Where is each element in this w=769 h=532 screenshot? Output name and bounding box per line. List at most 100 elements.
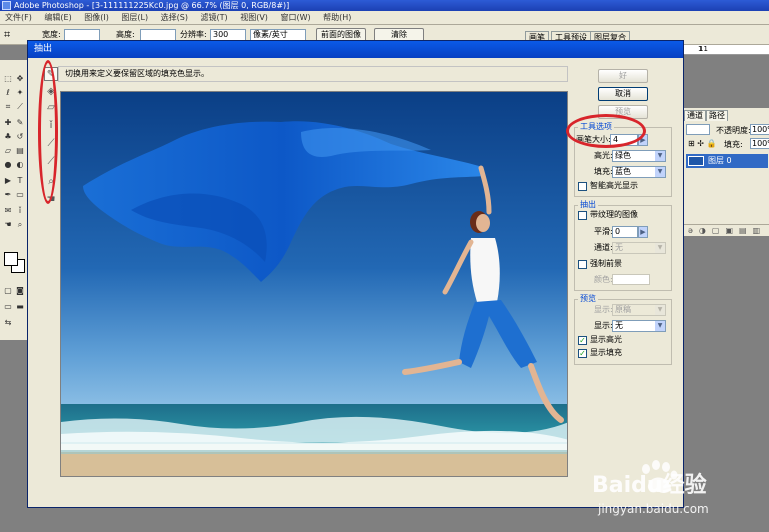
- chevron-down-icon: ▼: [655, 151, 665, 161]
- tab-paths[interactable]: 路径: [706, 110, 728, 121]
- zoom-tool-icon[interactable]: ⌕: [15, 220, 25, 230]
- ok-button[interactable]: 好: [598, 69, 648, 83]
- fill-tool-icon[interactable]: ◈: [44, 85, 58, 99]
- textured-image-checkbox[interactable]: [578, 211, 587, 220]
- opacity-field[interactable]: 100%: [750, 124, 769, 135]
- watermark-url: jingyan.baidu.com: [598, 502, 709, 516]
- color-label: 颜色:: [594, 275, 613, 284]
- show-select[interactable]: 原稿 ▼: [612, 304, 666, 316]
- quick-mask-icon[interactable]: ◙: [15, 286, 25, 296]
- channel-value: 无: [615, 243, 623, 252]
- fill-label: 填充:: [724, 140, 743, 149]
- menu-view[interactable]: 视图(V): [235, 11, 273, 25]
- crop-tool-icon[interactable]: ⌗: [4, 28, 18, 42]
- slice-tool-icon[interactable]: ⟋: [15, 102, 25, 112]
- preview-button[interactable]: 预览: [598, 105, 648, 119]
- extract-dialog: 抽出 ✎ ◈ ▱ ǐ ⟋ ⟋ ⌕ ☚ 切换用来定义要保留区域的填充色显示。 好 …: [27, 40, 684, 508]
- full-screen-icon[interactable]: ▬: [15, 302, 25, 312]
- move-tool-icon[interactable]: ✥: [15, 74, 25, 84]
- dialog-title: 抽出: [34, 44, 53, 54]
- foreground-color-box[interactable]: [612, 274, 650, 285]
- eyedropper-tool-icon[interactable]: ǐ: [15, 206, 25, 216]
- photoshop-app-icon: [2, 1, 11, 10]
- menu-layer[interactable]: 图层(L): [116, 11, 153, 25]
- highlight-select[interactable]: 绿色 ▼: [612, 150, 666, 162]
- magic-wand-tool-icon[interactable]: ✦: [15, 88, 25, 98]
- gradient-tool-icon[interactable]: ▤: [15, 146, 25, 156]
- show-highlight-checkbox[interactable]: ✓: [578, 336, 587, 345]
- zoom-tool-icon[interactable]: ⌕: [44, 175, 58, 189]
- baidu-watermark: Baidu经验 jingyan.baidu.com: [590, 455, 769, 530]
- brush-size-arrow-icon[interactable]: ▶: [638, 134, 648, 146]
- hand-tool-icon[interactable]: ☚: [3, 220, 13, 230]
- menu-file[interactable]: 文件(F): [0, 11, 37, 25]
- path-selection-icon[interactable]: ▶: [3, 176, 13, 186]
- channel-select[interactable]: 无 ▼: [612, 242, 666, 254]
- layer-thumbnail: [688, 156, 704, 166]
- chevron-down-icon: ▼: [655, 243, 665, 253]
- menu-window[interactable]: 窗口(W): [275, 11, 315, 25]
- smart-highlight-label: 智能高光显示: [590, 181, 638, 190]
- smart-highlight-checkbox[interactable]: [578, 182, 587, 191]
- watermark-brand: Baidu经验: [592, 473, 707, 498]
- highlight-value: 绿色: [615, 151, 631, 160]
- menu-filter[interactable]: 滤镜(T): [196, 11, 233, 25]
- display-label: 显示:: [594, 321, 613, 330]
- brush-tool-icon[interactable]: ✎: [15, 118, 25, 128]
- layer-row[interactable]: 图层 0: [686, 154, 768, 168]
- history-brush-icon[interactable]: ↺: [15, 132, 25, 142]
- brush-size-label: 画笔大小:: [576, 135, 611, 144]
- shape-tool-icon[interactable]: ▭: [15, 190, 25, 200]
- show-label: 显示:: [594, 305, 613, 314]
- dodge-tool-icon[interactable]: ◐: [15, 160, 25, 170]
- cleanup-tool-icon[interactable]: ⟋: [44, 137, 58, 151]
- crop-tool-icon-2[interactable]: ⌗: [3, 102, 13, 112]
- menu-image[interactable]: 图像(I): [79, 11, 114, 25]
- eraser-tool-icon[interactable]: ▱: [44, 101, 58, 115]
- marquee-tool-icon[interactable]: ⬚: [3, 74, 13, 84]
- smooth-arrow-icon[interactable]: ▶: [638, 226, 648, 238]
- edge-touchup-tool-icon[interactable]: ⟋: [44, 155, 58, 169]
- ruler-label-11: 11: [699, 45, 708, 53]
- cancel-button[interactable]: 取消: [598, 87, 648, 101]
- layer-name: 图层 0: [708, 156, 732, 165]
- clone-stamp-icon[interactable]: ♣: [3, 132, 13, 142]
- show-fill-label: 显示填充: [590, 348, 622, 357]
- display-value: 无: [615, 321, 623, 330]
- chevron-down-icon: ▼: [655, 167, 665, 177]
- edge-highlighter-tool-icon[interactable]: ✎: [44, 67, 58, 81]
- hint-bar: 切换用来定义要保留区域的填充色显示。: [58, 66, 568, 82]
- fill-field[interactable]: 100%: [750, 138, 769, 149]
- lasso-tool-icon[interactable]: ℓ: [3, 88, 13, 98]
- width-label: 宽度:: [42, 30, 61, 39]
- healing-brush-icon[interactable]: ✚: [3, 118, 13, 128]
- eraser-tool-icon[interactable]: ▱: [3, 146, 13, 156]
- type-tool-icon[interactable]: T: [15, 176, 25, 186]
- extract-toolbar: ✎ ◈ ▱ ǐ ⟋ ⟋ ⌕ ☚: [41, 65, 61, 495]
- menu-edit[interactable]: 编辑(E): [39, 11, 76, 25]
- show-fill-checkbox[interactable]: ✓: [578, 349, 587, 358]
- blend-mode-select[interactable]: [686, 124, 710, 135]
- opacity-label: 不透明度:: [716, 126, 751, 135]
- brush-size-field[interactable]: 4: [610, 134, 638, 146]
- preview-image[interactable]: [60, 91, 568, 477]
- eyedropper-tool-icon[interactable]: ǐ: [44, 119, 58, 133]
- hint-text: 切换用来定义要保留区域的填充色显示。: [65, 69, 209, 78]
- force-foreground-checkbox[interactable]: [578, 260, 587, 269]
- hand-tool-icon[interactable]: ☚: [44, 193, 58, 207]
- standard-mode-icon[interactable]: ▢: [3, 286, 13, 296]
- blur-tool-icon[interactable]: ●: [3, 160, 13, 170]
- tab-channels[interactable]: 通道: [684, 110, 706, 121]
- fill-color-select[interactable]: 蓝色 ▼: [612, 166, 666, 178]
- menu-help[interactable]: 帮助(H): [318, 11, 356, 25]
- lock-icons: ⊞ ✢ 🔒: [688, 139, 717, 148]
- jump-to-imageready-icon[interactable]: ⇆: [3, 318, 13, 328]
- notes-tool-icon[interactable]: ✉: [3, 206, 13, 216]
- menu-select[interactable]: 选择(S): [156, 11, 193, 25]
- foreground-color-swatch[interactable]: [4, 252, 18, 266]
- display-select[interactable]: 无 ▼: [612, 320, 666, 332]
- screen-mode-icon[interactable]: ▭: [3, 302, 13, 312]
- pen-tool-icon[interactable]: ✒: [3, 190, 13, 200]
- smooth-field[interactable]: 0: [612, 226, 638, 238]
- resolution-label: 分辨率:: [180, 30, 207, 39]
